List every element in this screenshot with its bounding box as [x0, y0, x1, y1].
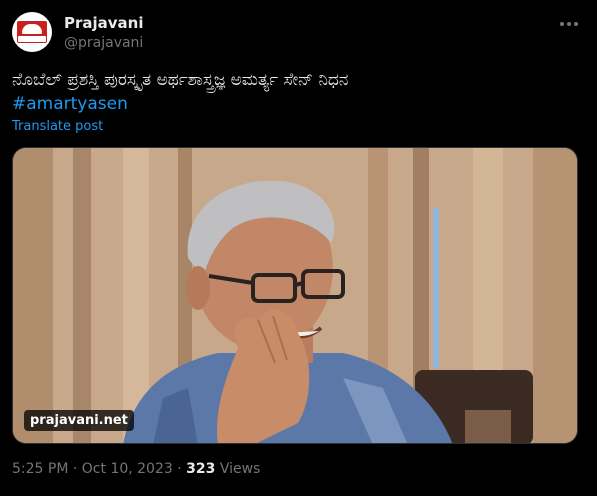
translate-post-link[interactable]: Translate post — [12, 119, 103, 134]
image-watermark: prajavani.net — [24, 410, 134, 431]
meta-separator: · — [72, 461, 78, 477]
avatar[interactable] — [12, 12, 52, 52]
post-time-link[interactable]: 5:25 PM — [12, 461, 68, 477]
author-handle[interactable]: @prajavani — [64, 35, 143, 51]
meta-separator: · — [177, 461, 182, 477]
more-dot-icon — [567, 22, 571, 26]
views-count: 323 — [186, 461, 216, 477]
post-text: ನೊಬೆಲ್ ಪ್ರಶಸ್ತಿ ಪುರಸ್ಕೃತ ಅರ್ಥಶಾಸ್ತ್ರಜ್ಞ … — [12, 70, 349, 90]
hashtag-link[interactable]: #amartyasen — [12, 93, 128, 115]
author-name[interactable]: Prajavani — [64, 14, 144, 32]
more-dot-icon — [560, 22, 564, 26]
views-label: Views — [219, 461, 261, 477]
logo-wordmark — [18, 36, 46, 42]
post-meta: 5:25 PM · Oct 10, 2023 · 323 Views — [12, 461, 260, 477]
photo-illustration — [13, 148, 577, 443]
more-options-button[interactable] — [556, 13, 582, 35]
more-dot-icon — [574, 22, 578, 26]
post-date-link[interactable]: Oct 10, 2023 — [82, 461, 173, 477]
post-image[interactable] — [12, 147, 578, 444]
logo-emblem — [22, 24, 42, 34]
